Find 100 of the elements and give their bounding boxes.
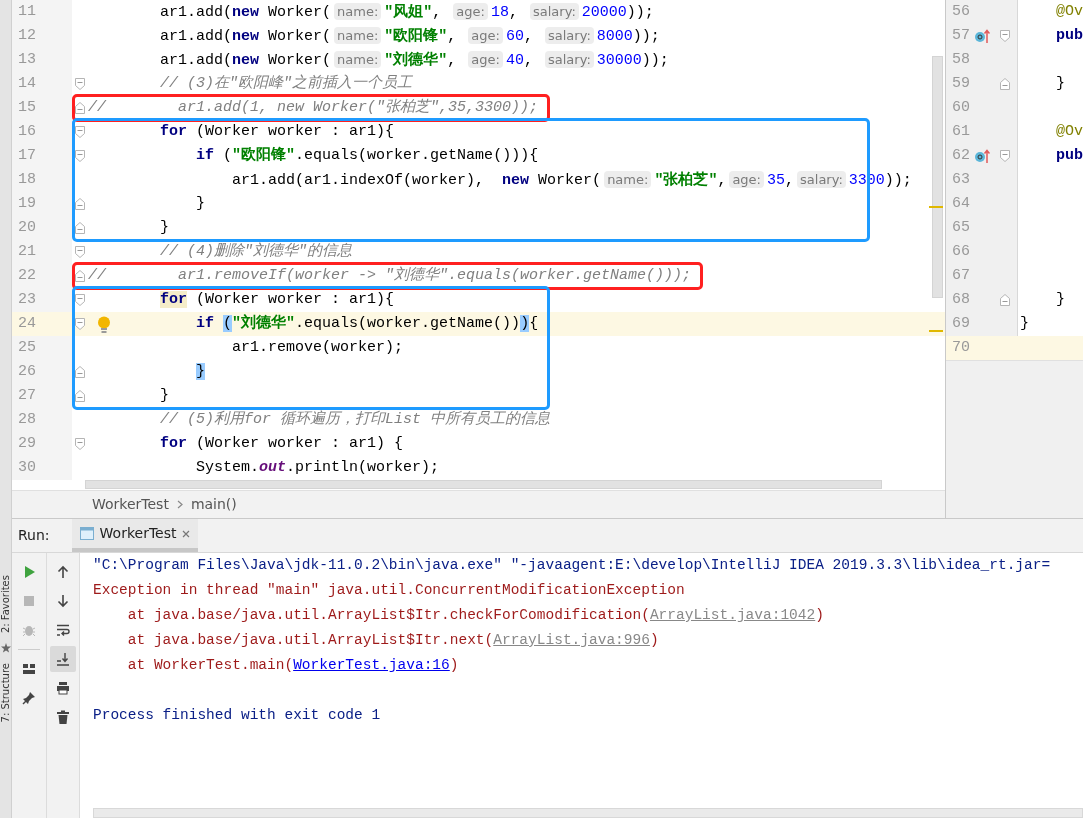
close-icon[interactable]: [182, 529, 191, 538]
side-tab[interactable]: 7: Structure: [0, 663, 12, 723]
line-number: 66: [951, 242, 971, 262]
scrollbar-thumb[interactable]: [932, 56, 943, 298]
line-number: 63: [951, 170, 971, 190]
line-number: 14: [17, 74, 36, 94]
code-line: pub: [1055, 146, 1083, 166]
window-icon: [79, 527, 94, 540]
fold-icon[interactable]: [75, 390, 85, 402]
line-number: 29: [17, 434, 36, 454]
code-line: for (Worker worker : ar1){: [159, 290, 395, 310]
code-line: // (4)删除"刘德华"的信息: [159, 242, 353, 262]
bug-icon: [22, 623, 36, 637]
code-line: ar1.remove(worker);: [231, 338, 404, 358]
override-icon[interactable]: [974, 29, 990, 43]
scrollbar-track[interactable]: [93, 808, 1083, 818]
line-number: 58: [951, 50, 971, 70]
line-number: 24: [17, 314, 36, 334]
line-number: 15: [17, 98, 36, 118]
line-number: 60: [951, 98, 971, 118]
fold-icon[interactable]: [75, 126, 85, 138]
code-line: }: [159, 386, 170, 406]
code-line: @Ov: [1055, 122, 1083, 142]
code-line: for (Worker worker : ar1) {: [159, 434, 404, 454]
code-line: // ar1.add(1, new Worker("张柏芝",35,3300));: [88, 98, 539, 118]
scroll-to-end-button[interactable]: [50, 646, 76, 672]
layout-icon: [22, 662, 36, 676]
code-line: }: [1055, 74, 1066, 94]
code-line: }: [1019, 314, 1029, 334]
run-tab[interactable]: WorkerTest: [71, 519, 199, 552]
star-icon: [0, 643, 11, 654]
line-number: 22: [17, 266, 36, 286]
code-line: // (3)在"欧阳峰"之前插入一个员工: [159, 74, 413, 94]
line-number: 25: [17, 338, 36, 358]
line-number: 59: [951, 74, 971, 94]
code-line: }: [195, 194, 206, 214]
fold-icon[interactable]: [75, 294, 85, 306]
line-number: 16: [17, 122, 36, 142]
line-number: 21: [17, 242, 36, 262]
panel-label: Run:: [18, 526, 50, 545]
arrow-down-icon: [56, 594, 70, 608]
side-tab[interactable]: 2: Favorites: [0, 575, 12, 634]
fold-icon[interactable]: [75, 270, 85, 282]
file-link[interactable]: WorkerTest.java:16: [293, 657, 450, 673]
fold-icon[interactable]: [75, 222, 85, 234]
code-line: System.out.println(worker);: [195, 458, 440, 478]
line-number: 69: [951, 314, 971, 334]
code-line: // ar1.removeIf(worker -> "刘德华".equals(worker.getName()));: [88, 266, 692, 286]
line-number: 27: [17, 386, 36, 406]
fold-icon[interactable]: [75, 198, 85, 210]
fold-icon[interactable]: [999, 30, 1010, 42]
line-number: 68: [951, 290, 971, 310]
code-line: }: [159, 218, 170, 238]
code-line: }: [1055, 290, 1066, 310]
fold-icon[interactable]: [999, 294, 1010, 306]
line-number: 12: [17, 26, 36, 46]
console-line: at java.base/java.util.ArrayList$Itr.next(ArrayList.java:996): [126, 631, 660, 650]
console-line: Process finished with exit code 1: [93, 706, 382, 725]
fold-icon[interactable]: [75, 318, 85, 330]
line-number: 13: [17, 50, 36, 70]
line-number: 17: [17, 146, 36, 166]
fold-icon[interactable]: [75, 78, 85, 90]
file-link[interactable]: ArrayList.java:996: [493, 632, 650, 648]
line-number: 56: [951, 2, 971, 22]
bulb-icon[interactable]: [97, 316, 111, 334]
line-number: 65: [951, 218, 971, 238]
fold-icon[interactable]: [75, 366, 85, 378]
console-line: Exception in thread "main" java.util.ConcurrentModificationException: [93, 581, 686, 600]
code-line: if ("刘德华".equals(worker.getName())){: [195, 314, 539, 334]
fold-icon[interactable]: [75, 246, 85, 258]
line-number: 61: [951, 122, 971, 142]
line-number: 67: [951, 266, 971, 286]
code-line: ar1.add(new Worker( name: "欧阳锋", age: 60, salary: 8000));: [159, 25, 660, 47]
console-line: at WorkerTest.main(WorkerTest.java:16): [126, 656, 460, 675]
override-icon[interactable]: [974, 149, 990, 163]
line-number: 26: [17, 362, 36, 382]
stop-icon: [22, 594, 36, 608]
fold-icon[interactable]: [75, 150, 85, 162]
code-line: ar1.add(new Worker( name: "风姐", age: 18, salary: 20000));: [159, 1, 654, 23]
code-line: if ("欧阳锋".equals(worker.getName())){: [195, 146, 539, 166]
run-icon: [22, 565, 36, 579]
line-number: 11: [17, 2, 36, 22]
code-line: // (5)利用for 循环遍历，打印List 中所有员工的信息: [159, 410, 551, 430]
fold-icon[interactable]: [999, 78, 1010, 90]
fold-icon[interactable]: [75, 102, 85, 114]
console-line: at java.base/java.util.ArrayList$Itr.checkForComodification(ArrayList.java:1042): [126, 606, 825, 625]
line-number: 62: [951, 146, 971, 166]
breadcrumb[interactable]: main(): [190, 494, 237, 515]
scrollbar-thumb[interactable]: [85, 480, 882, 489]
code-line: ar1.add(new Worker( name: "刘德华", age: 40, salary: 30000));: [159, 49, 669, 71]
file-link[interactable]: ArrayList.java:1042: [649, 607, 816, 623]
code-line: pub: [1055, 26, 1083, 46]
arrow-up-icon: [56, 565, 70, 579]
printer-icon: [56, 681, 70, 695]
fold-icon[interactable]: [999, 150, 1010, 162]
fold-icon[interactable]: [75, 438, 85, 450]
breadcrumb[interactable]: WorkerTest: [92, 494, 169, 515]
wrap-icon: [56, 623, 70, 637]
line-number: 64: [951, 194, 971, 214]
chevron-icon: [176, 500, 183, 509]
